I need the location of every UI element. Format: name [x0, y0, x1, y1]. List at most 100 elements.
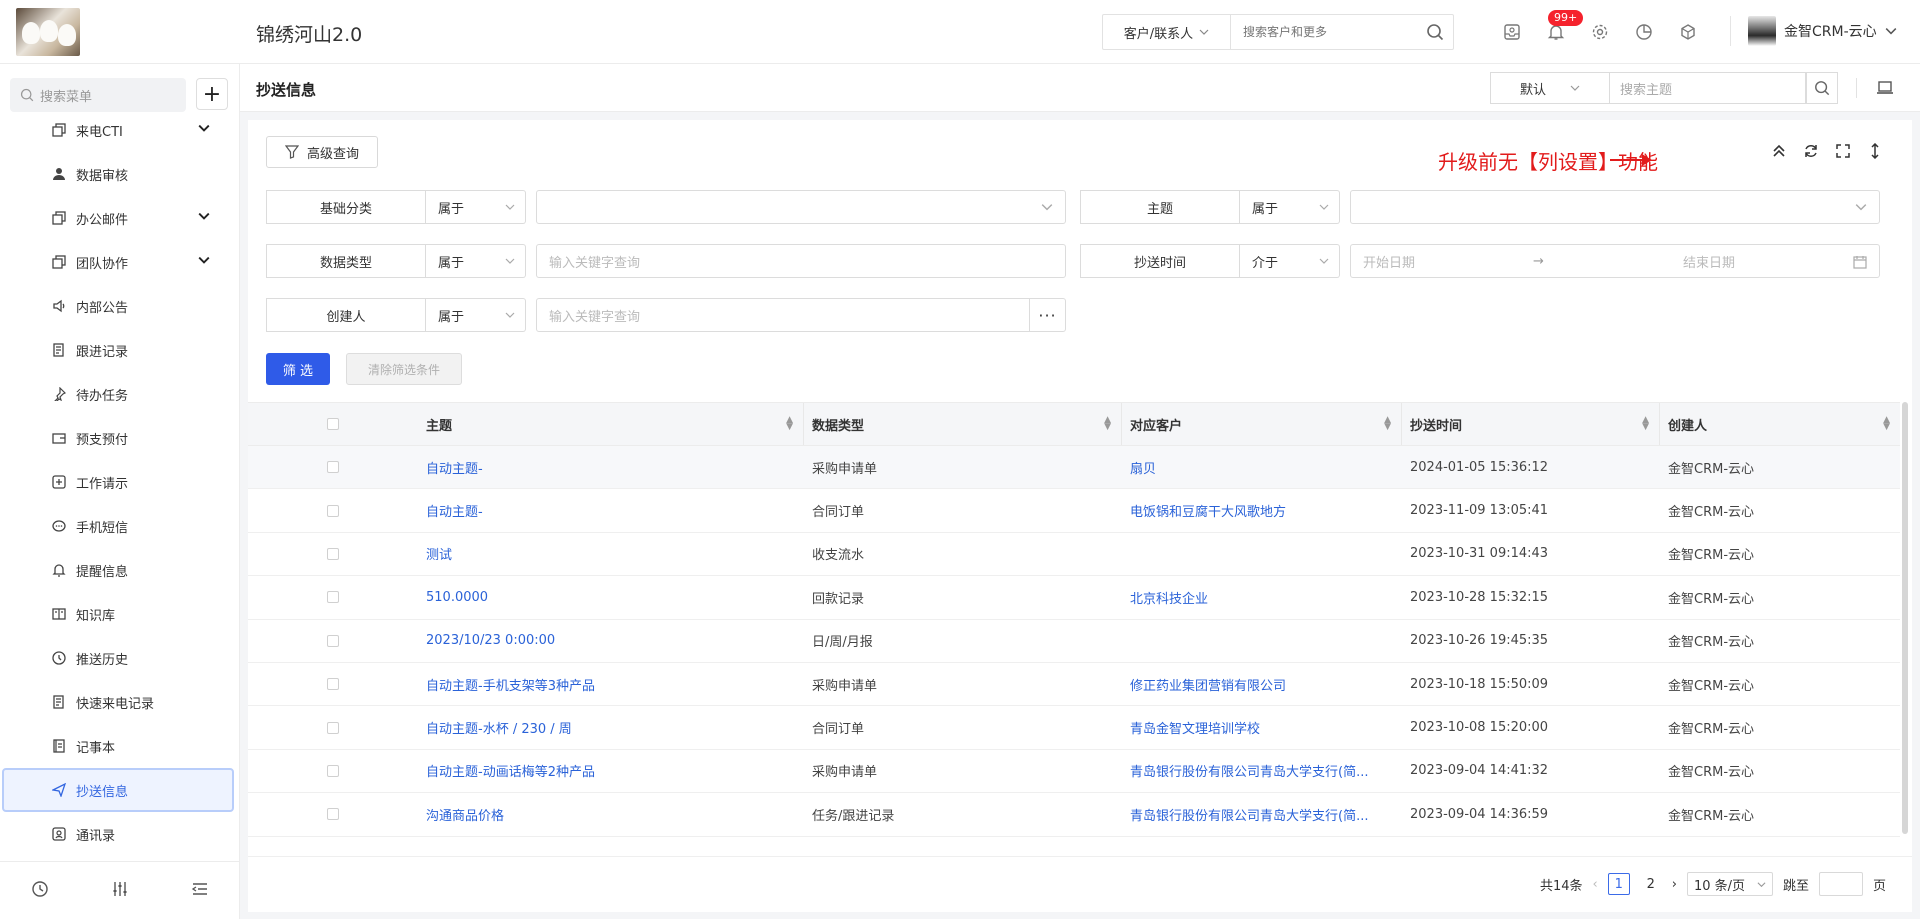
subject-link[interactable]: 测试: [418, 544, 804, 563]
cube-icon[interactable]: [1676, 18, 1700, 46]
view-select[interactable]: 默认: [1490, 72, 1610, 104]
customer-link[interactable]: 修正药业集团营销有限公司: [1122, 675, 1402, 694]
keyword-input[interactable]: 输入关键字查询: [536, 244, 1066, 278]
filter-value-select[interactable]: [1350, 190, 1880, 224]
filter-operator-select[interactable]: 属于: [1240, 190, 1340, 224]
pie-chart-icon[interactable]: [1632, 18, 1656, 46]
sidebar-item[interactable]: 来电CTI: [0, 108, 240, 152]
sidebar-item[interactable]: 工作请示: [0, 460, 240, 504]
adjust-icon[interactable]: [111, 880, 129, 902]
table-row[interactable]: 沟通商品价格 任务/跟进记录 青岛银行股份有限公司青岛大学支行(简... 2023-0…: [248, 793, 1900, 837]
sidebar-item[interactable]: 内部公告: [0, 284, 240, 328]
table-row[interactable]: 510.0000 回款记录 北京科技企业 2023-10-28 15:32:15 金智C…: [248, 576, 1900, 620]
sidebar-item[interactable]: 待办任务: [0, 372, 240, 416]
filter-operator-select[interactable]: 属于: [426, 244, 526, 278]
sidebar-item[interactable]: 抄送信息: [2, 768, 234, 812]
table-row[interactable]: 测试 收支流水 2023-10-31 09:14:43 金智CRM-云心: [248, 533, 1900, 577]
sidebar-item[interactable]: 记事本: [0, 724, 240, 768]
sidebar-item[interactable]: 团队协作: [0, 240, 240, 284]
filter-operator-select[interactable]: 属于: [426, 298, 526, 332]
customer-link[interactable]: 扇贝: [1122, 458, 1402, 477]
app-logo[interactable]: [16, 8, 80, 56]
row-checkbox[interactable]: [248, 504, 418, 517]
menu-search-input[interactable]: 搜索菜单: [10, 78, 186, 112]
advanced-query-button[interactable]: 高级查询: [266, 136, 378, 168]
sort-icon[interactable]: ▲ ▼: [1642, 416, 1649, 432]
sidebar-item[interactable]: 快速来电记录: [0, 680, 240, 724]
sidebar-item[interactable]: 预支预付: [0, 416, 240, 460]
column-header-time[interactable]: 抄送时间 ▲ ▼: [1402, 403, 1660, 445]
add-menu-button[interactable]: +: [196, 78, 228, 110]
column-header-type[interactable]: 数据类型 ▲ ▼: [804, 403, 1122, 445]
table-row[interactable]: 2023/10/23 0:00:00 日/周/月报 2023-10-26 19:45…: [248, 620, 1900, 663]
next-page-icon[interactable]: ›: [1672, 877, 1677, 892]
theme-search-input[interactable]: 搜索主题: [1610, 72, 1806, 104]
row-checkbox[interactable]: [248, 634, 418, 647]
select-all-checkbox[interactable]: [248, 403, 418, 445]
row-checkbox[interactable]: [248, 678, 418, 691]
sidebar-item[interactable]: 手机短信: [0, 504, 240, 548]
sort-icon[interactable]: ▲ ▼: [1384, 416, 1391, 432]
chevron-down-icon[interactable]: [198, 122, 210, 138]
settings-icon[interactable]: [1588, 18, 1612, 46]
customer-link[interactable]: 青岛银行股份有限公司青岛大学支行(简...: [1122, 761, 1402, 780]
sort-icon[interactable]: ▲ ▼: [786, 416, 793, 432]
subject-link[interactable]: 自动主题-水杯 / 230 / 周: [418, 718, 804, 737]
table-row[interactable]: 自动主题-手机支架等3种产品 采购申请单 修正药业集团营销有限公司 2023-10-1…: [248, 663, 1900, 707]
keyword-input[interactable]: 输入关键字查询 ···: [536, 298, 1066, 332]
page-size-select[interactable]: 10 条/页: [1686, 872, 1773, 896]
inbox-icon[interactable]: [1500, 18, 1524, 46]
subject-link[interactable]: 2023/10/23 0:00:00: [418, 633, 804, 648]
table-scrollbar[interactable]: [1902, 402, 1908, 834]
row-checkbox[interactable]: [248, 461, 418, 474]
global-search-input[interactable]: [1231, 15, 1417, 49]
subject-link[interactable]: 自动主题-: [418, 501, 804, 520]
row-checkbox[interactable]: [248, 591, 418, 604]
filter-value-select[interactable]: [536, 190, 1066, 224]
prev-page-icon[interactable]: ‹: [1593, 877, 1598, 892]
row-checkbox[interactable]: [248, 721, 418, 734]
laptop-icon[interactable]: [1876, 80, 1894, 100]
table-row[interactable]: 自动主题-动画话梅等2种产品 采购申请单 青岛银行股份有限公司青岛大学支行(简...…: [248, 750, 1900, 794]
sidebar-item[interactable]: 办公邮件: [0, 196, 240, 240]
history-icon[interactable]: [31, 880, 49, 902]
collapse-menu-icon[interactable]: [191, 880, 209, 902]
subject-link[interactable]: 沟通商品价格: [418, 805, 804, 824]
user-menu[interactable]: 金智CRM-云心: [1748, 16, 1897, 46]
page-2[interactable]: 2: [1640, 873, 1662, 895]
filter-operator-select[interactable]: 属于: [426, 190, 526, 224]
row-checkbox[interactable]: [248, 808, 418, 821]
clear-filter-button[interactable]: 清除筛选条件: [346, 353, 462, 385]
sidebar-item[interactable]: 推送历史: [0, 636, 240, 680]
more-icon[interactable]: ···: [1029, 299, 1065, 331]
jump-page-input[interactable]: [1818, 872, 1863, 896]
customer-link[interactable]: 青岛金智文理培训学校: [1122, 718, 1402, 737]
date-range-picker[interactable]: 开始日期 → 结束日期: [1350, 244, 1880, 278]
column-header-subject[interactable]: 主题 ▲ ▼: [418, 403, 804, 445]
column-header-customer[interactable]: 对应客户 ▲ ▼: [1122, 403, 1402, 445]
search-type-select[interactable]: 客户/联系人: [1103, 15, 1231, 49]
sort-icon[interactable]: ▲ ▼: [1104, 416, 1111, 432]
subject-link[interactable]: 510.0000: [418, 590, 804, 605]
customer-link[interactable]: 电饭锅和豆腐干大风歌地方: [1122, 501, 1402, 520]
table-row[interactable]: 自动主题- 采购申请单 扇贝 2024-01-05 15:36:12 金智CRM-云心: [248, 446, 1900, 490]
page-1[interactable]: 1: [1607, 873, 1630, 895]
chevron-down-icon[interactable]: [198, 210, 210, 226]
collapse-up-icon[interactable]: [1770, 142, 1788, 160]
table-row[interactable]: 自动主题- 合同订单 电饭锅和豆腐干大风歌地方 2023-11-09 13:05:41…: [248, 489, 1900, 533]
sidebar-item[interactable]: 通讯录: [0, 812, 240, 856]
subject-link[interactable]: 自动主题-手机支架等3种产品: [418, 675, 804, 694]
filter-operator-select[interactable]: 介于: [1240, 244, 1340, 278]
customer-link[interactable]: 青岛银行股份有限公司青岛大学支行(简...: [1122, 805, 1402, 824]
row-checkbox[interactable]: [248, 547, 418, 560]
search-icon[interactable]: [1417, 15, 1453, 49]
subject-link[interactable]: 自动主题-动画话梅等2种产品: [418, 761, 804, 780]
sidebar-item[interactable]: 数据审核: [0, 152, 240, 196]
fullscreen-icon[interactable]: [1834, 142, 1852, 160]
customer-link[interactable]: 北京科技企业: [1122, 588, 1402, 607]
row-checkbox[interactable]: [248, 764, 418, 777]
table-row[interactable]: 自动主题-水杯 / 230 / 周合同订单 青岛金智文理培训学校 2023-10-0…: [248, 706, 1900, 750]
sidebar-item[interactable]: 跟进记录: [0, 328, 240, 372]
sort-icon[interactable]: ▲ ▼: [1883, 416, 1890, 432]
sidebar-item[interactable]: 知识库: [0, 592, 240, 636]
